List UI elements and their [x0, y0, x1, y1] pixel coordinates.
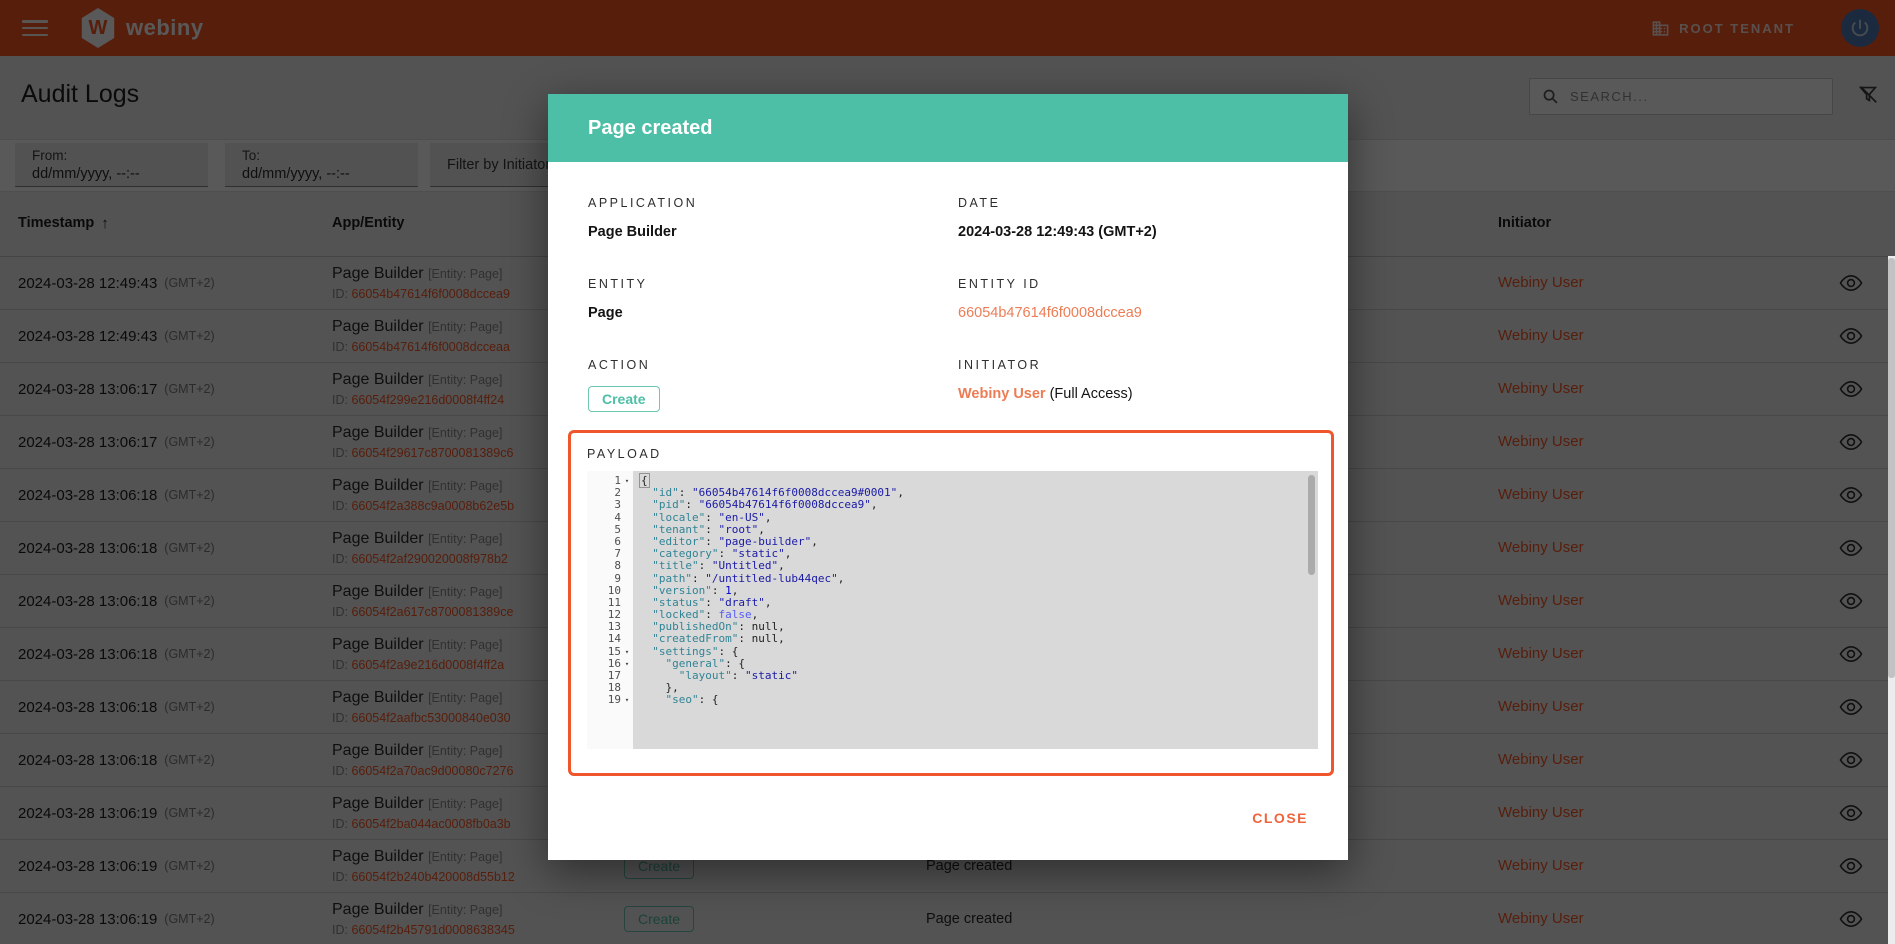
action-field: ACTION Create [588, 358, 958, 430]
payload-section: PAYLOAD 1▾23456789101112131415▾16▾171819… [568, 430, 1334, 776]
date-value: 2024-03-28 12:49:43 (GMT+2) [958, 224, 1308, 240]
page-scrollbar[interactable] [1888, 256, 1895, 944]
application-label: APPLICATION [588, 196, 958, 210]
editor-code[interactable]: { "id": "66054b47614f6f0008dccea9#0001",… [633, 471, 1318, 749]
fold-caret-icon[interactable]: ▾ [621, 646, 633, 658]
entity-field: ENTITY Page [588, 277, 958, 358]
initiator-field: INITIATOR Webiny User (Full Access) [958, 358, 1308, 430]
payload-editor[interactable]: 1▾23456789101112131415▾16▾171819▾ { "id"… [587, 471, 1318, 749]
dialog-footer: CLOSE [548, 804, 1348, 860]
entity-id-link[interactable]: 66054b47614f6f0008dccea9 [958, 305, 1142, 321]
action-badge: Create [588, 386, 660, 412]
editor-scrollbar-thumb[interactable] [1308, 475, 1315, 575]
payload-label: PAYLOAD [587, 447, 1318, 461]
action-label: ACTION [588, 358, 958, 372]
application-value: Page Builder [588, 224, 958, 240]
page-scrollbar-thumb[interactable] [1888, 258, 1895, 678]
dialog-title: Page created [588, 117, 713, 140]
fold-caret-icon[interactable]: ▾ [621, 658, 633, 670]
initiator-label: INITIATOR [958, 358, 1308, 372]
date-field: DATE 2024-03-28 12:49:43 (GMT+2) [958, 196, 1308, 277]
close-button[interactable]: CLOSE [1248, 804, 1312, 832]
fold-caret-icon[interactable]: ▾ [621, 475, 633, 487]
fold-caret-icon[interactable]: ▾ [621, 694, 633, 706]
entity-id-field: ENTITY ID 66054b47614f6f0008dccea9 [958, 277, 1308, 358]
details-grid: APPLICATION Page Builder DATE 2024-03-28… [588, 196, 1308, 430]
dialog-header: Page created [548, 94, 1348, 162]
application-field: APPLICATION Page Builder [588, 196, 958, 277]
audit-log-details-dialog: Page created APPLICATION Page Builder DA… [548, 94, 1348, 860]
initiator-link[interactable]: Webiny User [958, 386, 1046, 402]
date-label: DATE [958, 196, 1308, 210]
editor-gutter: 1▾23456789101112131415▾16▾171819▾ [587, 471, 633, 749]
entity-id-label: ENTITY ID [958, 277, 1308, 291]
entity-value: Page [588, 305, 958, 321]
entity-label: ENTITY [588, 277, 958, 291]
dialog-body: APPLICATION Page Builder DATE 2024-03-28… [548, 162, 1348, 430]
initiator-access: (Full Access) [1046, 386, 1133, 402]
